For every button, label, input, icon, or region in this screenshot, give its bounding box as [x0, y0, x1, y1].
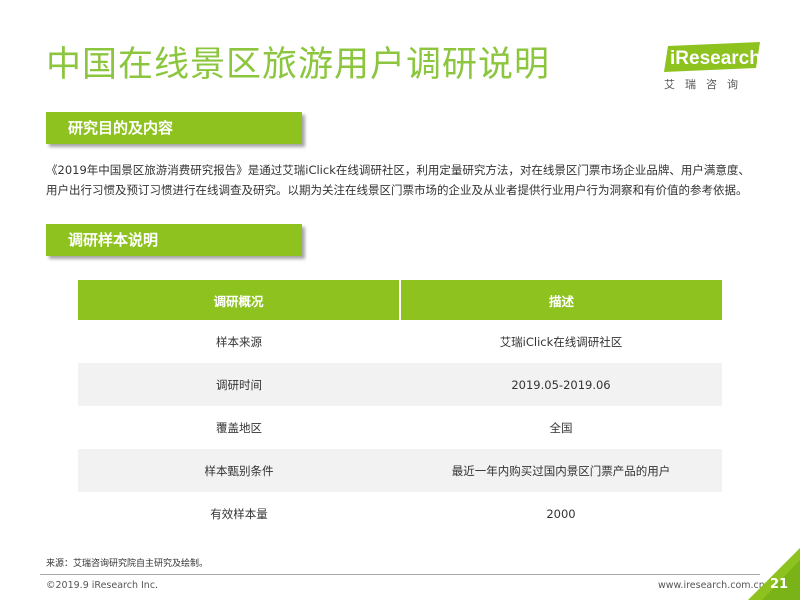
section-heading-purpose-label: 研究目的及内容 [68, 119, 174, 137]
table-cell-value: 2019.05-2019.06 [400, 363, 722, 406]
table-cell-value: 2000 [546, 506, 576, 521]
table-row: 样本甄别条件 最近一年内购买过国内景区门票产品的用户 [78, 449, 722, 492]
survey-sample-table: 调研概况 描述 样本来源 艾瑞iClick在线调研社区 调研时间 2019.05… [78, 280, 722, 535]
footer-divider [40, 574, 760, 575]
iresearch-logo-mark: iResearch [664, 42, 760, 72]
table-row: 调研时间 2019.05-2019.06 [78, 363, 722, 406]
page-number: 21 [769, 577, 789, 592]
table-cell-label: 样本来源 [216, 334, 262, 349]
table-cell-value: 最近一年内购买过国内景区门票产品的用户 [400, 449, 722, 492]
table-row: 样本来源 艾瑞iClick在线调研社区 [78, 320, 722, 363]
section-heading-purpose: 研究目的及内容 [46, 112, 302, 144]
iresearch-logo: iResearch 艾瑞咨询 [660, 40, 770, 95]
table-header-description: 描述 [399, 280, 722, 320]
table-header-overview: 调研概况 [78, 280, 400, 320]
intro-line-2: 用户出行习惯及预订习惯进行在线调查及研究。以期为关注在线景区门票市场的企业及从业… [46, 183, 748, 197]
section-heading-sample-label: 调研样本说明 [68, 231, 159, 249]
table-cell-label: 调研时间 [78, 363, 400, 406]
table-cell-label: 覆盖地区 [216, 420, 262, 435]
copyright-text: ©2019.9 iResearch Inc. [46, 580, 159, 591]
logo-text: iResearch [670, 48, 760, 69]
table-row: 有效样本量 2000 [78, 492, 722, 535]
intro-paragraph: 《2019年中国景区旅游消费研究报告》是通过艾瑞iClick在线调研社区，利用定… [46, 160, 766, 200]
logo-chinese-name: 艾瑞咨询 [664, 78, 748, 91]
table-cell-label: 样本甄别条件 [78, 449, 400, 492]
intro-line-1: 《2019年中国景区旅游消费研究报告》是通过艾瑞iClick在线调研社区，利用定… [46, 163, 750, 177]
page-title: 中国在线景区旅游用户调研说明 [46, 45, 551, 85]
table-cell-value: 全国 [549, 420, 573, 435]
section-heading-sample: 调研样本说明 [46, 224, 302, 256]
table-row: 覆盖地区 全国 [78, 406, 722, 449]
source-note: 来源：艾瑞咨询研究院自主研究及绘制。 [46, 559, 209, 569]
table-cell-label: 有效样本量 [210, 506, 268, 521]
table-cell-value: 艾瑞iClick在线调研社区 [499, 334, 623, 349]
table-header-row: 调研概况 描述 [78, 280, 722, 320]
